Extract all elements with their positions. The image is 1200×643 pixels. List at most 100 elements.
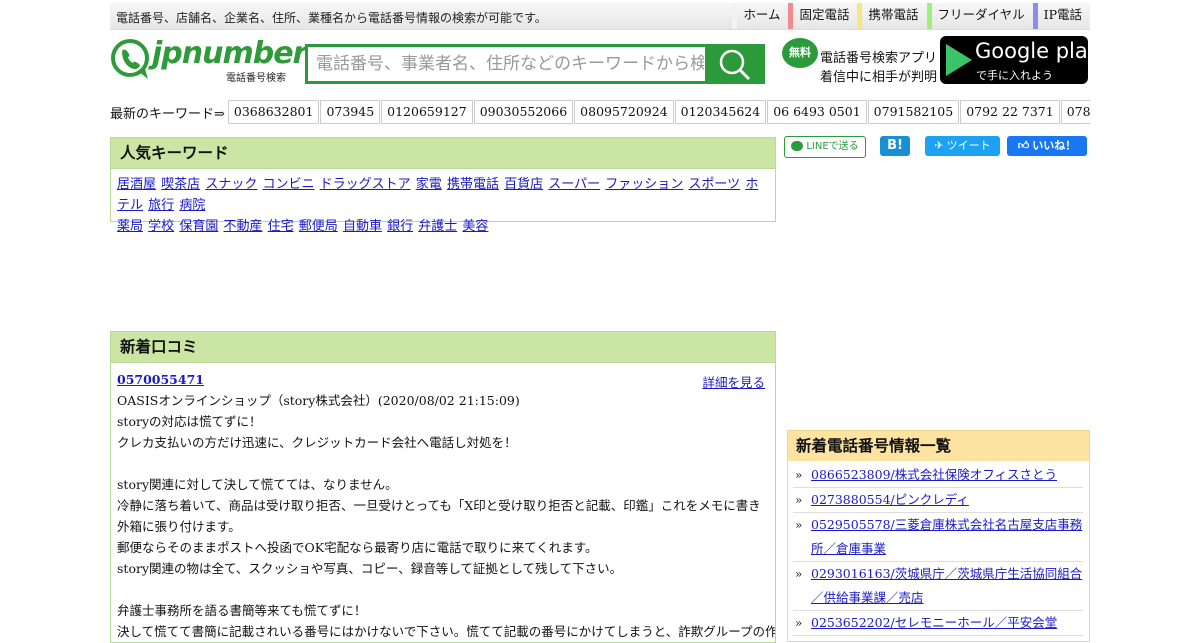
new-reviews-panel: 新着口コミ 0570055471 詳細を見る OASISオンラインショップ（st… — [110, 331, 776, 643]
new-numbers-list: 0866523809/株式会社保険オフィスさとう 0273880554/ピンクレ… — [788, 461, 1089, 636]
review-text-line: クレカ支払いの方だけ迅速に、クレジットカード会社へ電話し対処を！ — [117, 435, 517, 450]
review-meta: OASISオンラインショップ（story株式会社）(2020/08/02 21:… — [117, 393, 520, 408]
review-text-line: storyの対応は慌てずに！ — [117, 414, 262, 429]
review-entry: 0570055471 詳細を見る OASISオンラインショップ（story株式会… — [111, 363, 776, 642]
popular-keyword-link[interactable]: スーパー — [548, 177, 600, 192]
tweet-button[interactable]: ✈ ツイート — [925, 136, 1000, 156]
popular-keyword-link[interactable]: スナック — [205, 177, 257, 192]
app-promo[interactable]: 無料 電話番号検索アプリ 着信中に相手が判明 — [782, 38, 938, 85]
popular-keyword-link[interactable]: 居酒屋 — [117, 177, 156, 192]
popular-keyword-link[interactable]: 学校 — [148, 219, 174, 234]
nav-ip-phone[interactable]: IP電話 — [1032, 3, 1090, 29]
popular-keyword-link[interactable]: 百貨店 — [504, 177, 543, 192]
top-nav: ホーム 固定電話 携帯電話 フリーダイヤル IP電話 — [732, 3, 1090, 29]
review-text-line — [117, 453, 769, 474]
popular-keyword-link[interactable]: 家電 — [416, 177, 442, 192]
list-item: 0273880554/ピンクレディ — [793, 488, 1083, 513]
facebook-like-label: いいね！ — [1032, 139, 1077, 152]
app-promo-line1: 電話番号検索アプリ — [820, 51, 938, 66]
latest-keywords: 最新のキーワード⇒ 0368632801 073945 0120659127 09030… — [110, 100, 1090, 124]
popular-keyword-link[interactable]: 不動産 — [223, 219, 262, 234]
logo-subtitle: 電話番号検索 — [226, 73, 286, 84]
keyword-chip[interactable]: 0120345624 — [674, 100, 767, 124]
review-text-line: story関連に対して決して慌てては、なりません。 — [117, 477, 398, 492]
popular-keyword-link[interactable]: 薬局 — [117, 219, 143, 234]
popular-keyword-link[interactable]: 携帯電話 — [447, 177, 499, 192]
hatena-bookmark-button[interactable]: B! — [880, 136, 910, 156]
new-number-link[interactable]: 0529505578/三菱倉庫株式会社名古屋支店事務所／倉庫事業 — [811, 517, 1082, 556]
play-store-icon — [946, 44, 972, 76]
search-button[interactable] — [705, 44, 765, 84]
google-play-subtitle: で手に入れよう — [976, 69, 1053, 82]
top-bar: 電話番号、店舗名、企業名、住所、業種名から電話番号情報の検索が可能です。 ホーム… — [110, 3, 1090, 30]
review-details-link[interactable]: 詳細を見る — [702, 372, 765, 393]
keyword-chip[interactable]: 0792 22 7371 — [960, 100, 1060, 124]
nav-freedial[interactable]: フリーダイヤル — [926, 3, 1033, 29]
new-number-link[interactable]: 0253652202/セレモニーホール／平安会堂 — [811, 615, 1057, 630]
list-item: 0293016163/茨城県庁／茨城県庁生活協同組合／供給事業課／売店 — [793, 562, 1083, 611]
search-input[interactable] — [305, 44, 715, 84]
keyword-chip[interactable]: 08095720924 — [574, 100, 674, 124]
search-form — [305, 44, 765, 84]
review-text-line: 弁護士事務所を語る書簡等来ても慌てずに！ — [117, 603, 367, 618]
app-promo-line2: 着信中に相手が判明 — [820, 70, 938, 85]
popular-keyword-link[interactable]: 郵便局 — [299, 219, 338, 234]
popular-keywords-panel: 人気キーワード 居酒屋 喫茶店 スナック コンビニ ドラッグストア 家電 携帯電… — [110, 137, 776, 234]
thumbs-up-icon: 👍︎ — [1017, 139, 1030, 152]
list-item: 0253652202/セレモニーホール／平安会堂 — [793, 611, 1083, 636]
nav-mobile[interactable]: 携帯電話 — [857, 3, 926, 29]
popular-keyword-link[interactable]: 喫茶店 — [161, 177, 200, 192]
keyword-chip[interactable]: 0368632801 — [227, 100, 320, 124]
new-number-link[interactable]: 0293016163/茨城県庁／茨城県庁生活協同組合／供給事業課／売店 — [811, 566, 1082, 605]
popular-keywords-title: 人気キーワード — [111, 138, 775, 169]
popular-keyword-link[interactable]: 住宅 — [268, 219, 294, 234]
review-text-line — [117, 579, 769, 600]
new-numbers-title: 新着電話番号情報一覧 — [788, 431, 1089, 461]
phone-logo-icon — [111, 39, 149, 79]
review-text-line: 冷静に落ち着いて、商品は受け取り拒否、一旦受けとっても「X印と受け取り拒否と記載… — [117, 498, 761, 534]
popular-keyword-link[interactable]: ファッション — [605, 177, 683, 192]
review-phone-number-link[interactable]: 0570055471 — [117, 372, 204, 387]
popular-keyword-link[interactable]: ドラッグストア — [320, 177, 411, 192]
logo-brand: jpnumber — [152, 36, 307, 71]
nav-home[interactable]: ホーム — [732, 3, 788, 29]
new-number-link[interactable]: 0273880554/ピンクレディ — [811, 492, 969, 507]
review-text-line: story関連の物は全て、スクッショや写真、コピー、録音等して証拠として残して下… — [117, 561, 623, 576]
review-text-line: 決して慌てて書簡に記載されいる番号にはかけないで下さい。慌てて記載の番号にかけて… — [117, 624, 776, 639]
keyword-chip[interactable]: 06 6493 0501 — [767, 100, 867, 124]
list-item: 0866523809/株式会社保険オフィスさとう — [793, 463, 1083, 488]
site-description: 電話番号、店舗名、企業名、住所、業種名から電話番号情報の検索が可能です。 — [116, 11, 547, 25]
tweet-label: ツイート — [946, 139, 991, 152]
keyword-chip[interactable]: 0120659127 — [381, 100, 473, 124]
new-number-link[interactable]: 0866523809/株式会社保険オフィスさとう — [811, 467, 1057, 482]
popular-keywords-list: 居酒屋 喫茶店 スナック コンビニ ドラッグストア 家電 携帯電話 百貨店 スー… — [111, 169, 775, 242]
popular-keyword-link[interactable]: 旅行 — [148, 198, 174, 213]
search-icon — [719, 49, 751, 81]
popular-keyword-link[interactable]: 自動車 — [343, 219, 382, 234]
popular-keyword-link[interactable]: 銀行 — [387, 219, 413, 234]
site-logo[interactable]: jpnumber 電話番号検索 — [110, 36, 307, 84]
keyword-chip[interactable]: 0789034136 — [1060, 100, 1090, 124]
keyword-chip[interactable]: 0791582105 — [867, 100, 960, 124]
popular-keyword-link[interactable]: 弁護士 — [418, 219, 457, 234]
twitter-icon: ✈ — [934, 139, 944, 152]
free-badge: 無料 — [782, 38, 818, 68]
review-text-line: 郵便ならそのままポストへ投函でOK宅配なら最寄り店に電話で取りに来てくれます。 — [117, 540, 598, 555]
google-play-button[interactable]: Google play で手に入れよう — [940, 36, 1100, 84]
new-reviews-title: 新着口コミ — [111, 332, 775, 363]
popular-keyword-link[interactable]: 保育園 — [179, 219, 218, 234]
line-share-label: LINEで送る — [806, 141, 859, 152]
new-numbers-panel: 新着電話番号情報一覧 0866523809/株式会社保険オフィスさとう 0273… — [787, 430, 1090, 642]
popular-keyword-link[interactable]: コンビニ — [262, 177, 314, 192]
google-play-title: Google play — [975, 39, 1101, 63]
popular-keyword-link[interactable]: 病院 — [179, 198, 205, 213]
line-share-button[interactable]: LINEで送る — [784, 136, 866, 158]
popular-keyword-link[interactable]: 美容 — [462, 219, 488, 234]
popular-keyword-link[interactable]: スポーツ — [688, 177, 740, 192]
keyword-chip[interactable]: 073945 — [320, 100, 381, 124]
list-item: 0529505578/三菱倉庫株式会社名古屋支店事務所／倉庫事業 — [793, 513, 1083, 562]
facebook-like-button[interactable]: 👍︎ いいね！ — [1007, 136, 1087, 156]
latest-keywords-label: 最新のキーワード⇒ — [110, 106, 225, 122]
nav-landline[interactable]: 固定電話 — [788, 3, 857, 29]
keyword-chip[interactable]: 09030552066 — [473, 100, 574, 124]
